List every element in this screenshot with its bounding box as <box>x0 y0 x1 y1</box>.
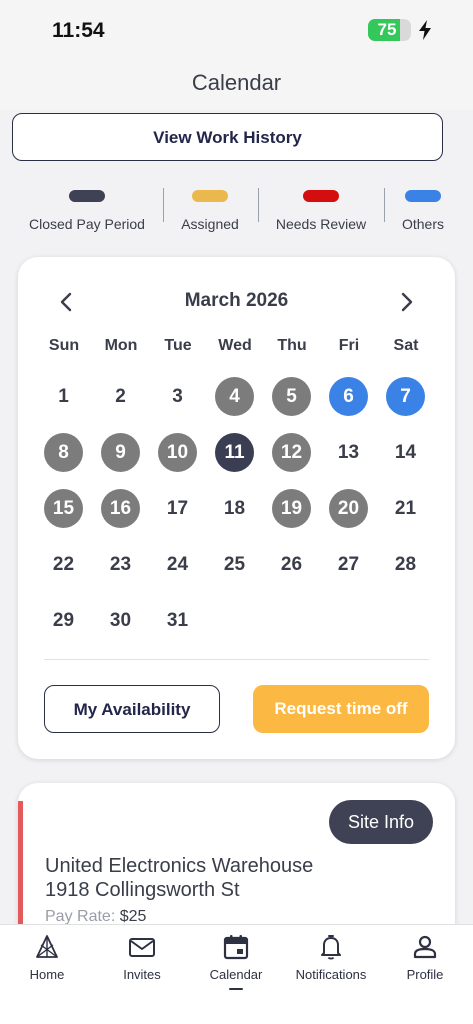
calendar-day[interactable]: 10 <box>158 433 197 472</box>
job-card[interactable]: Site Info United Electronics Warehouse 1… <box>18 783 455 924</box>
tab-calendar[interactable]: Calendar <box>189 933 283 990</box>
calendar-icon <box>223 935 249 960</box>
calendar-divider <box>44 659 429 660</box>
calendar-day[interactable]: 19 <box>272 489 311 528</box>
calendar-day[interactable]: 25 <box>215 545 254 584</box>
legend-item-needs-review: Needs Review <box>271 188 371 232</box>
calendar-day[interactable]: 11 <box>215 433 254 472</box>
calendar-day[interactable]: 13 <box>329 433 368 472</box>
tab-label: Profile <box>406 967 444 982</box>
calendar-day[interactable]: 7 <box>386 377 425 416</box>
pay-rate-label: Pay Rate: <box>45 908 116 924</box>
calendar-day[interactable]: 31 <box>158 601 197 640</box>
weekday-label: Thu <box>277 337 307 354</box>
calendar-day[interactable]: 8 <box>44 433 83 472</box>
legend-swatch <box>405 190 441 202</box>
month-title: March 2026 <box>184 290 289 311</box>
battery-icon: 75 <box>368 19 411 41</box>
calendar-day[interactable]: 3 <box>158 377 197 416</box>
legend-item-assigned: Assigned <box>174 188 246 232</box>
legend-label: Closed Pay Period <box>29 216 145 232</box>
battery-level: 75 <box>377 20 397 39</box>
calendar-day[interactable]: 17 <box>158 489 197 528</box>
request-time-off-button[interactable]: Request time off <box>253 685 429 733</box>
legend-divider <box>384 188 385 222</box>
weekday-label: Wed <box>218 337 252 354</box>
calendar-day[interactable]: 23 <box>101 545 140 584</box>
legend-item-others: Others <box>396 188 450 232</box>
legend-label: Assigned <box>181 216 239 232</box>
calendar-day[interactable]: 26 <box>272 545 311 584</box>
job-status-accent <box>18 801 23 924</box>
chevron-right-icon[interactable] <box>394 290 418 314</box>
page-title: Calendar <box>191 70 282 95</box>
legend-divider <box>258 188 259 222</box>
legend-swatch <box>303 190 339 202</box>
status-time: 11:54 <box>52 19 105 42</box>
site-info-button[interactable]: Site Info <box>329 800 433 844</box>
tab-profile[interactable]: Profile <box>378 933 472 982</box>
calendar-day[interactable]: 22 <box>44 545 83 584</box>
bottom-tab-bar: Home Invites Calendar Notifications Prof… <box>0 924 473 1024</box>
legend-swatch <box>192 190 228 202</box>
tab-label: Home <box>29 967 65 982</box>
weekday-label: Sat <box>393 337 419 354</box>
legend-divider <box>163 188 164 222</box>
calendar-day[interactable]: 5 <box>272 377 311 416</box>
calendar-day[interactable]: 28 <box>386 545 425 584</box>
top-bar: 11:54 75 Calendar <box>0 0 473 110</box>
calendar-day[interactable]: 14 <box>386 433 425 472</box>
weekday-label: Sun <box>48 337 80 354</box>
calendar-day[interactable]: 2 <box>101 377 140 416</box>
person-icon <box>413 935 437 959</box>
legend-label: Needs Review <box>275 216 367 232</box>
view-work-history-button[interactable]: View Work History <box>12 113 443 161</box>
legend-label: Others <box>401 216 444 232</box>
calendar-day[interactable]: 6 <box>329 377 368 416</box>
mail-icon <box>129 938 155 957</box>
weekday-label: Mon <box>104 337 138 354</box>
bell-icon <box>321 935 341 960</box>
legend-item-closed-pay-period: Closed Pay Period <box>26 188 148 232</box>
tab-notifications[interactable]: Notifications <box>284 933 378 982</box>
charging-bolt-icon <box>419 20 431 40</box>
calendar-card: March 2026 Sun Mon Tue Wed Thu Fri Sat 1234567… <box>18 257 455 759</box>
legend-swatch <box>69 190 105 202</box>
calendar-day[interactable]: 18 <box>215 489 254 528</box>
calendar-day[interactable]: 24 <box>158 545 197 584</box>
tab-invites[interactable]: Invites <box>95 933 189 982</box>
job-pay-rate: Pay Rate: $25 <box>45 908 146 924</box>
calendar-day[interactable]: 30 <box>101 601 140 640</box>
pay-rate-value: $25 <box>119 908 147 924</box>
weekday-label: Tue <box>164 337 192 354</box>
calendar-day[interactable]: 21 <box>386 489 425 528</box>
my-availability-button[interactable]: My Availability <box>44 685 220 733</box>
calendar-day[interactable]: 20 <box>329 489 368 528</box>
calendar-day[interactable]: 29 <box>44 601 83 640</box>
calendar-day[interactable]: 12 <box>272 433 311 472</box>
calendar-day[interactable]: 4 <box>215 377 254 416</box>
calendar-day[interactable]: 9 <box>101 433 140 472</box>
calendar-legend: Closed Pay Period Assigned Needs Review … <box>0 188 473 238</box>
home-icon <box>36 935 58 958</box>
calendar-day[interactable]: 16 <box>101 489 140 528</box>
tab-home[interactable]: Home <box>0 933 94 982</box>
job-site-address: 1918 Collingsworth St <box>45 879 240 901</box>
tab-label: Notifications <box>295 967 367 982</box>
calendar-day[interactable]: 1 <box>44 377 83 416</box>
calendar-day[interactable]: 15 <box>44 489 83 528</box>
content-area[interactable]: View Work History Closed Pay Period Assi… <box>0 110 473 924</box>
tab-label: Invites <box>123 967 161 982</box>
active-tab-indicator <box>229 988 243 990</box>
tab-label: Calendar <box>209 967 263 982</box>
calendar-day[interactable]: 27 <box>329 545 368 584</box>
weekday-label: Fri <box>338 337 360 354</box>
job-site-name: United Electronics Warehouse <box>45 855 314 877</box>
